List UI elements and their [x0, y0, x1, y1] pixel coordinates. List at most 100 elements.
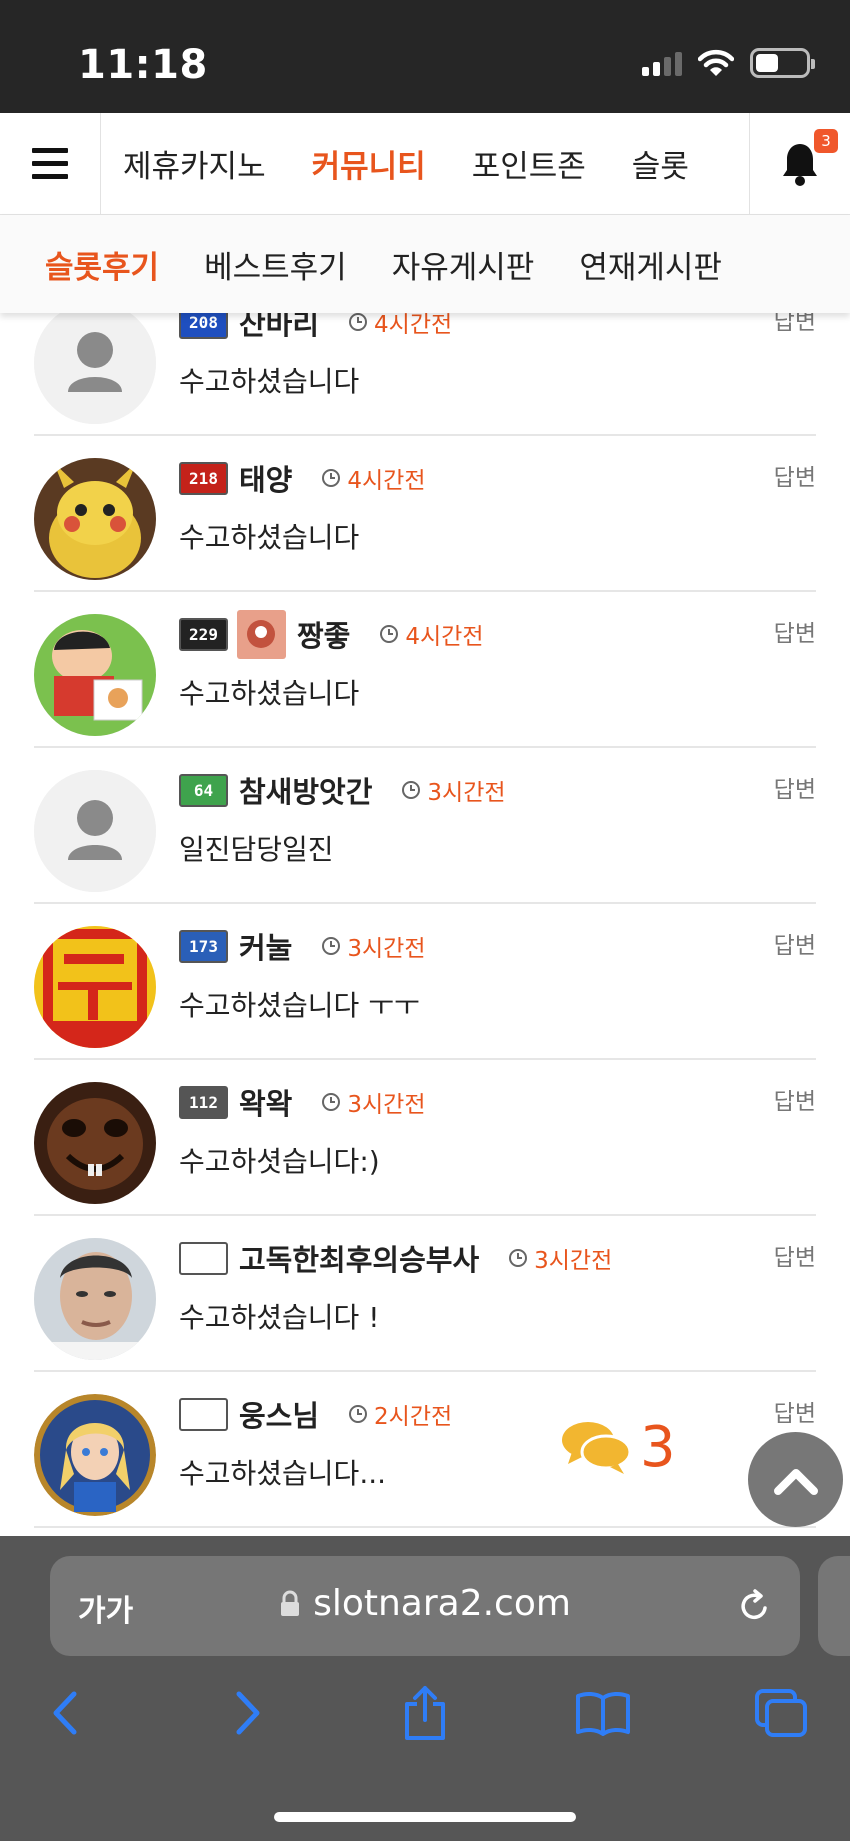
- top-nav: 제휴카지노 커뮤니티 포인트존 슬롯 3: [0, 113, 850, 215]
- level-badge: 208: [179, 313, 228, 339]
- sub-nav-item[interactable]: 연재게시판: [579, 242, 722, 287]
- next-tab-peek[interactable]: [818, 1556, 850, 1656]
- level-badge: [179, 1397, 228, 1431]
- chevron-left-icon: [53, 1691, 77, 1735]
- level-badge: [179, 1241, 228, 1275]
- sub-nav-item[interactable]: 자유게시판: [392, 242, 535, 287]
- avatar[interactable]: [34, 770, 156, 892]
- back-button[interactable]: [30, 1678, 100, 1748]
- comment-time-text: 2시간전: [374, 1404, 453, 1430]
- tabs-button[interactable]: [746, 1678, 816, 1748]
- tabs-icon: [755, 1689, 807, 1737]
- nav-item[interactable]: 슬롯: [632, 141, 689, 186]
- reply-button[interactable]: 답변: [774, 1238, 816, 1272]
- lock-icon: [281, 1590, 300, 1616]
- comment-time-text: 4시간전: [374, 313, 453, 338]
- comment-item: 웅스님 2시간전 답변수고하셨습니다...: [34, 1372, 816, 1528]
- comment-header: 229 짱좋 4시간전: [179, 609, 484, 659]
- avatar[interactable]: [34, 458, 156, 580]
- avatar[interactable]: [34, 926, 156, 1048]
- comment-count: 3: [640, 1415, 676, 1480]
- avatar[interactable]: [34, 1238, 156, 1360]
- comment-bubble-icon: [562, 1422, 632, 1474]
- reply-button[interactable]: 답변: [774, 770, 816, 804]
- status-icons: [642, 48, 815, 78]
- avatar[interactable]: [34, 313, 156, 424]
- chevron-up-icon: [773, 1468, 818, 1495]
- comment-item: 208 산바리 4시간전 답변수고하셨습니다: [34, 313, 816, 436]
- comment-count-indicator[interactable]: 3: [560, 1418, 676, 1478]
- nav-item[interactable]: 제휴카지노: [123, 141, 266, 186]
- username[interactable]: 왁왁: [239, 1081, 292, 1123]
- notification-badge: 3: [814, 129, 838, 153]
- book-icon: [576, 1691, 630, 1736]
- clock-icon: [322, 937, 341, 955]
- comment-header: 112 왁왁 3시간전: [179, 1082, 426, 1122]
- nav-items: 제휴카지노 커뮤니티 포인트존 슬롯: [101, 113, 749, 214]
- comment-time-text: 3시간전: [534, 1248, 613, 1274]
- home-indicator[interactable]: [274, 1812, 576, 1822]
- comment-time-text: 4시간전: [347, 468, 426, 494]
- comment-header: 208 산바리 4시간전: [179, 313, 452, 342]
- status-bar: 11:18: [0, 0, 850, 113]
- username[interactable]: 산바리: [239, 313, 319, 343]
- browser-toolbar: [0, 1678, 850, 1758]
- menu-icon[interactable]: [0, 113, 101, 214]
- username[interactable]: 고독한최후의승부사: [239, 1237, 479, 1279]
- share-button[interactable]: [390, 1678, 460, 1748]
- url-text: slotnara2.com: [313, 1583, 571, 1624]
- level-badge: 173: [179, 929, 228, 963]
- mini-photo-icon: [237, 609, 286, 659]
- reload-icon[interactable]: [736, 1588, 772, 1624]
- sub-nav-item[interactable]: 베스트후기: [204, 242, 347, 287]
- comment-time: 2시간전: [348, 1397, 452, 1431]
- comment-text: 수고하셨습니다...: [179, 1457, 387, 1490]
- battery-level: [756, 54, 778, 72]
- username[interactable]: 태양: [239, 457, 292, 499]
- comment-text: 수고하셨습니다: [179, 365, 360, 398]
- comment-time: 4시간전: [321, 461, 426, 495]
- avatar[interactable]: [34, 1394, 156, 1516]
- nav-item[interactable]: 커뮤니티: [312, 141, 426, 186]
- bookmarks-button[interactable]: [568, 1678, 638, 1748]
- reply-button[interactable]: 답변: [774, 313, 816, 336]
- comment-text: 수고하셨습니다: [179, 677, 360, 710]
- forward-button[interactable]: [213, 1678, 283, 1748]
- comment-list-viewport[interactable]: 208 산바리 4시간전 답변 수고하셨습니다 218 태양 4시간전 답변 수고하셨습니다 229…: [0, 313, 850, 1536]
- avatar[interactable]: [34, 1082, 156, 1204]
- clock-icon: [349, 1405, 368, 1423]
- reply-button[interactable]: 답변: [774, 1082, 816, 1116]
- browser-bottom-bar: 가가 slotnara2.com: [0, 1536, 850, 1841]
- address-bar[interactable]: 가가 slotnara2.com: [50, 1556, 800, 1656]
- sub-nav: 슬롯후기 베스트후기 자유게시판 연재게시판: [0, 215, 850, 313]
- username[interactable]: 웅스님: [239, 1393, 319, 1435]
- wifi-icon: [698, 49, 734, 76]
- avatar[interactable]: [34, 614, 156, 736]
- sub-nav-item[interactable]: 슬롯후기: [45, 242, 159, 287]
- comment-list: 208 산바리 4시간전 답변 수고하셨습니다 218 태양 4시간전 답변 수고하셨습니다 229…: [0, 313, 850, 1528]
- reply-button[interactable]: 답변: [774, 614, 816, 648]
- username[interactable]: 참새방앗간: [239, 769, 372, 811]
- comment-item: 229 짱좋 4시간전 답변 수고하셨습니다: [34, 592, 816, 748]
- comment-time: 3시간전: [321, 929, 426, 963]
- reply-button[interactable]: 답변: [774, 1394, 816, 1428]
- level-badge: 229: [179, 617, 228, 651]
- comment-item: 218 태양 4시간전 답변 수고하셨습니다: [34, 436, 816, 592]
- comment-item: 64 참새방앗간 3시간전 답변 일진담당일진: [34, 748, 816, 904]
- comment-time-text: 3시간전: [347, 1092, 426, 1118]
- status-time: 11:18: [78, 42, 208, 88]
- notification-button[interactable]: 3: [749, 113, 850, 214]
- scroll-top-button[interactable]: [748, 1432, 843, 1527]
- username[interactable]: 커눌: [239, 925, 292, 967]
- comment-item: 고독한최후의승부사 3시간전 답변 수고하셨습니다 !: [34, 1216, 816, 1372]
- username[interactable]: 짱좋: [297, 613, 350, 655]
- battery-icon: [750, 48, 815, 78]
- nav-item[interactable]: 포인트존: [472, 141, 586, 186]
- comment-header: 218 태양 4시간전: [179, 458, 426, 498]
- chevron-right-icon: [236, 1691, 260, 1735]
- reply-button[interactable]: 답변: [774, 926, 816, 960]
- nav-scroller[interactable]: 제휴카지노 커뮤니티 포인트존 슬롯: [101, 113, 749, 214]
- url-display[interactable]: slotnara2.com: [50, 1583, 800, 1624]
- clock-icon: [322, 1093, 341, 1111]
- reply-button[interactable]: 답변: [774, 458, 816, 492]
